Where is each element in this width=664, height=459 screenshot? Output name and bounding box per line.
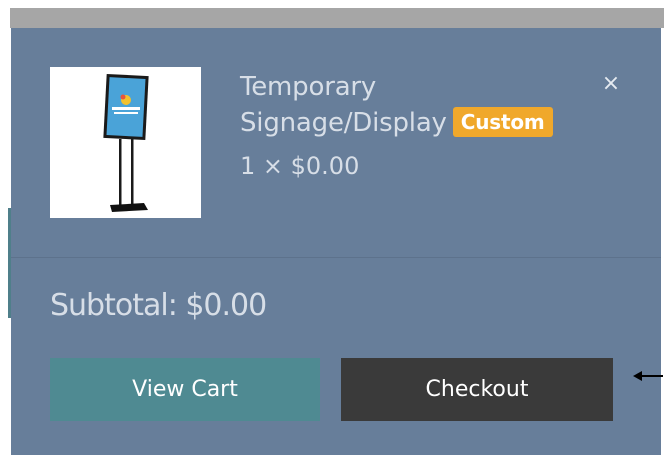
product-title-line1[interactable]: Temporary — [240, 72, 376, 102]
divider — [11, 257, 661, 258]
signage-stand-image — [103, 73, 149, 212]
remove-item-button[interactable]: × — [599, 72, 623, 96]
mini-cart-panel: Temporary Signage/Display Custom 1 × $0.0… — [11, 28, 661, 455]
subtotal-text: Subtotal: $0.00 — [50, 288, 267, 323]
quantity-price: 1 × $0.00 — [240, 152, 360, 180]
checkout-label: Checkout — [425, 377, 529, 402]
close-icon: × — [601, 71, 621, 96]
view-cart-label: View Cart — [132, 377, 238, 402]
custom-badge: Custom — [452, 107, 553, 137]
product-title-line2[interactable]: Signage/Display — [240, 108, 447, 138]
product-title[interactable]: Temporary Signage/Display Custom — [240, 69, 600, 141]
checkout-button[interactable]: Checkout — [341, 358, 613, 421]
left-arrow-annotation-icon — [633, 371, 663, 381]
view-cart-button[interactable]: View Cart — [50, 358, 320, 421]
screenshot-root: Temporary Signage/Display Custom 1 × $0.0… — [0, 0, 664, 459]
top-gray-strip — [10, 8, 664, 28]
product-thumbnail[interactable] — [50, 67, 201, 218]
